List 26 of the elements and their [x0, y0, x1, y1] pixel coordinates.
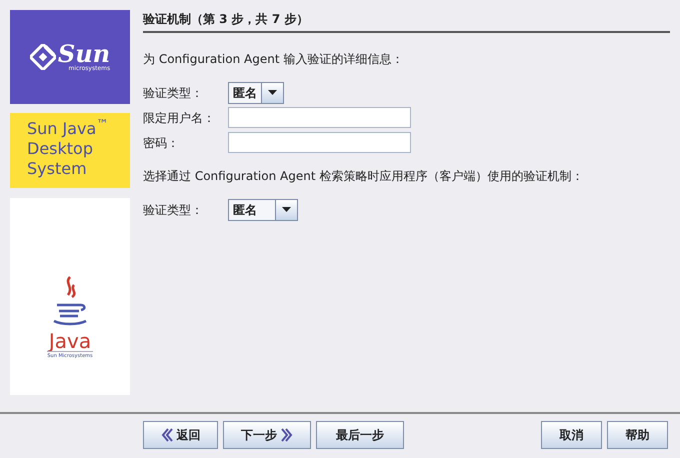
product-name-line: System: [27, 159, 87, 179]
instruction-text: 为 Configuration Agent 输入验证的详细信息：: [143, 51, 404, 68]
dropdown[interactable]: 匿名: [228, 198, 298, 220]
dropdown[interactable]: 匿名: [228, 82, 284, 104]
logo-wordmark: Java: [48, 330, 92, 350]
field-label: 验证类型：: [143, 84, 204, 102]
input-field[interactable]: [228, 107, 411, 128]
wizard-button[interactable]: 最后一步: [316, 421, 404, 449]
field-label: 密码：: [143, 134, 180, 152]
chevron-left-icon: [160, 428, 174, 442]
wizard-button[interactable]: 帮助: [607, 421, 668, 449]
chevron-right-icon: [280, 428, 293, 442]
instruction-text: 选择通过 Configuration Agent 检索策略时应用程序（客户端）使用的验证机制：: [143, 168, 584, 185]
diamond-logo-icon: [30, 44, 56, 70]
product-name-line: Sun Java$^{™}$: [27, 119, 108, 139]
wizard-button[interactable]: 下一步: [223, 421, 311, 449]
input-field[interactable]: [228, 132, 411, 153]
field-label: 限定用户名：: [143, 110, 216, 126]
caret-icon: [268, 90, 277, 95]
field-label: 验证类型：: [143, 202, 204, 218]
wizard-button[interactable]: 取消: [541, 421, 602, 449]
wizard-button[interactable]: 返回: [143, 421, 218, 449]
logo-wordmark: Sun: [58, 42, 110, 66]
caret-icon: [282, 207, 291, 212]
product-name-line: Desktop: [27, 139, 93, 159]
step-title: 验证机制（第 3 步，共 7 步）: [143, 10, 670, 33]
